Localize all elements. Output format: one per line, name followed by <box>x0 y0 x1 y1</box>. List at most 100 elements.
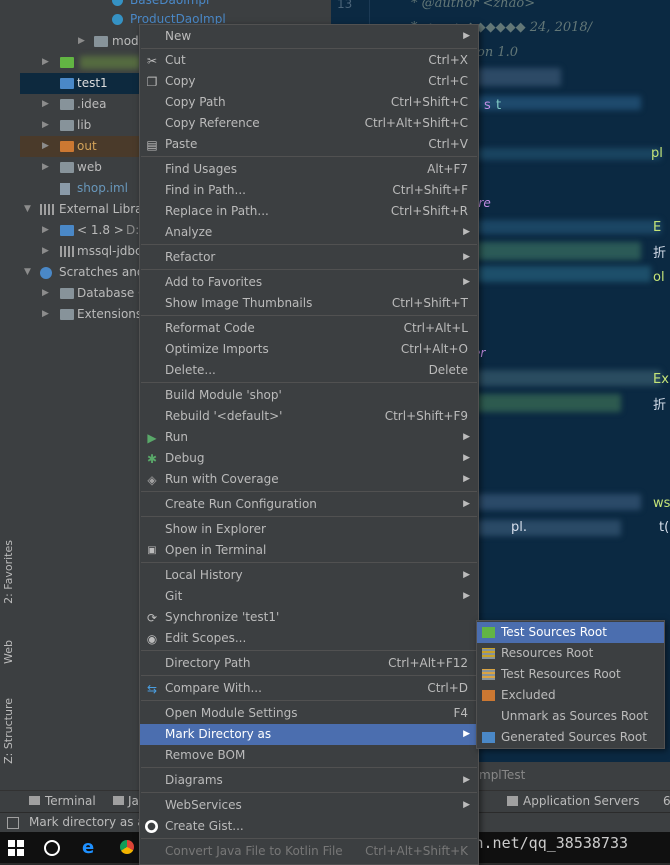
expand-arrow-icon[interactable]: ▶ <box>42 157 52 178</box>
expand-arrow-icon[interactable]: ▶ <box>42 283 52 304</box>
terminal-tab[interactable]: Terminal <box>45 794 96 808</box>
folder-green-icon <box>482 627 495 638</box>
menu-separator <box>141 650 477 651</box>
tool-windows-icon[interactable] <box>7 817 19 829</box>
submenu-item-test-sources-root[interactable]: Test Sources Root <box>477 622 664 643</box>
menu-item-replace-in-path[interactable]: Replace in Path... Ctrl+Shift+R <box>140 201 478 222</box>
submenu-item-excluded[interactable]: Excluded <box>477 685 664 706</box>
menu-item-local-history[interactable]: Local History ▶ <box>140 565 478 586</box>
search-icon[interactable] <box>44 840 60 856</box>
code-fragment: t( <box>659 520 670 535</box>
menu-separator <box>141 156 477 157</box>
menu-item-analyze[interactable]: Analyze ▶ <box>140 222 478 243</box>
menu-item-build-module[interactable]: Build Module 'shop' <box>140 385 478 406</box>
menu-item-mark-directory-as[interactable]: Mark Directory as ▶ <box>140 724 478 745</box>
expand-arrow-icon[interactable]: ▶ <box>78 31 88 52</box>
expand-arrow-icon[interactable]: ▶ <box>42 220 52 241</box>
menu-label: Local History <box>165 568 243 582</box>
menu-item-run[interactable]: ▶ Run ▶ <box>140 427 478 448</box>
app-servers-tab[interactable]: Application Servers <box>523 794 639 808</box>
expand-arrow-icon[interactable]: ▶ <box>42 115 52 136</box>
tree-label: Extensions <box>77 307 143 321</box>
menu-item-reformat-code[interactable]: Reformat Code Ctrl+Alt+L <box>140 318 478 339</box>
menu-label: Create Run Configuration <box>165 497 317 511</box>
file-icon <box>60 183 70 195</box>
menu-item-open-in-terminal[interactable]: ▣ Open in Terminal <box>140 540 478 561</box>
editor-tab-label: mplTest <box>479 768 526 782</box>
menu-item-paste[interactable]: ▤ Paste Ctrl+V <box>140 134 478 155</box>
menu-item-compare-with[interactable]: ⇆ Compare With... Ctrl+D <box>140 678 478 699</box>
menu-shortcut: Ctrl+Shift+R <box>390 204 468 218</box>
chrome-icon[interactable] <box>120 840 134 854</box>
menu-shortcut: Ctrl+Alt+O <box>400 342 468 356</box>
menu-item-debug[interactable]: ✱ Debug ▶ <box>140 448 478 469</box>
submenu-label: Unmark as Sources Root <box>501 709 649 723</box>
submenu-item-generated-sources-root[interactable]: Generated Sources Root <box>477 727 664 748</box>
menu-item-open-module-settings[interactable]: Open Module Settings F4 <box>140 703 478 724</box>
submenu-item-test-resources-root[interactable]: Test Resources Root <box>477 664 664 685</box>
menu-item-synchronize[interactable]: ⟳ Synchronize 'test1' <box>140 607 478 628</box>
code-fragment: 折 <box>653 246 667 261</box>
code-fragment: Ex <box>653 372 669 387</box>
menu-item-edit-scopes[interactable]: ◉ Edit Scopes... <box>140 628 478 649</box>
menu-item-show-in-explorer[interactable]: Show in Explorer <box>140 519 478 540</box>
menu-item-copy-reference[interactable]: Copy Reference Ctrl+Alt+Shift+C <box>140 113 478 134</box>
menu-item-copy[interactable]: ❐ Copy Ctrl+C <box>140 71 478 92</box>
menu-item-refactor[interactable]: Refactor ▶ <box>140 247 478 268</box>
menu-separator <box>141 767 477 768</box>
menu-item-delete[interactable]: Delete... Delete <box>140 360 478 381</box>
expand-arrow-icon[interactable]: ▼ <box>24 262 34 283</box>
menu-item-diagrams[interactable]: Diagrams ▶ <box>140 770 478 791</box>
menu-item-webservices[interactable]: WebServices ▶ <box>140 795 478 816</box>
expand-arrow-icon[interactable]: ▼ <box>24 199 34 220</box>
menu-label: Copy <box>165 74 196 88</box>
submenu-arrow-icon: ▶ <box>463 277 470 287</box>
java-enterprise-tab[interactable]: Ja <box>128 794 139 808</box>
class-icon <box>112 0 123 6</box>
windows-start-icon[interactable] <box>8 840 24 856</box>
terminal-icon <box>29 796 40 805</box>
menu-item-find-usages[interactable]: Find Usages Alt+F7 <box>140 159 478 180</box>
submenu-label: Test Resources Root <box>501 667 621 681</box>
menu-item-add-to-favorites[interactable]: Add to Favorites ▶ <box>140 272 478 293</box>
menu-item-convert-to-kotlin[interactable]: Convert Java File to Kotlin File Ctrl+Alt… <box>140 841 478 862</box>
menu-label: Cut <box>165 53 186 67</box>
menu-item-cut[interactable]: ✂ Cut Ctrl+X <box>140 50 478 71</box>
menu-item-directory-path[interactable]: Directory Path Ctrl+Alt+F12 <box>140 653 478 674</box>
menu-item-rebuild[interactable]: Rebuild '<default>' Ctrl+Shift+F9 <box>140 406 478 427</box>
menu-item-show-thumbnails[interactable]: Show Image Thumbnails Ctrl+Shift+T <box>140 293 478 314</box>
menu-label: Open in Terminal <box>165 543 267 557</box>
context-menu: New ▶ ✂ Cut Ctrl+X ❐ Copy Ctrl+C Copy Path Ctr… <box>139 24 479 865</box>
submenu-item-resources-root[interactable]: Resources Root <box>477 643 664 664</box>
expand-arrow-icon[interactable]: ▶ <box>42 241 52 262</box>
menu-label: Reformat Code <box>165 321 255 335</box>
menu-item-new[interactable]: New ▶ <box>140 26 478 47</box>
submenu-item-unmark[interactable]: Unmark as Sources Root <box>477 706 664 727</box>
structure-tab[interactable]: Z: Structure <box>2 698 15 764</box>
web-tab[interactable]: Web <box>2 640 15 664</box>
expand-arrow-icon[interactable]: ▶ <box>42 94 52 115</box>
expand-arrow-icon[interactable]: ▶ <box>42 304 52 325</box>
expand-arrow-icon[interactable]: ▶ <box>42 52 52 73</box>
submenu-arrow-icon: ▶ <box>463 432 470 442</box>
expand-arrow-icon[interactable]: ▶ <box>42 136 52 157</box>
menu-label: Debug <box>165 451 205 465</box>
menu-item-copy-path[interactable]: Copy Path Ctrl+Shift+C <box>140 92 478 113</box>
edge-icon[interactable]: e <box>82 837 94 858</box>
favorites-tab[interactable]: 2: Favorites <box>2 540 15 604</box>
menu-label: Show Image Thumbnails <box>165 296 313 310</box>
menu-item-create-gist[interactable]: ● Create Gist... <box>140 816 478 837</box>
tab-number[interactable]: 6 <box>663 794 670 808</box>
menu-shortcut: Ctrl+Alt+L <box>403 321 468 335</box>
code-fragment: t <box>496 98 502 113</box>
menu-item-find-in-path[interactable]: Find in Path... Ctrl+Shift+F <box>140 180 478 201</box>
menu-item-run-with-coverage[interactable]: ◈ Run with Coverage ▶ <box>140 469 478 490</box>
menu-label: Optimize Imports <box>165 342 269 356</box>
menu-item-create-run-config[interactable]: Create Run Configuration ▶ <box>140 494 478 515</box>
menu-item-git[interactable]: Git ▶ <box>140 586 478 607</box>
menu-shortcut: Delete <box>428 363 468 377</box>
menu-label: Synchronize 'test1' <box>165 610 280 624</box>
menu-item-optimize-imports[interactable]: Optimize Imports Ctrl+Alt+O <box>140 339 478 360</box>
menu-item-remove-bom[interactable]: Remove BOM <box>140 745 478 766</box>
tree-label: .idea <box>77 97 107 111</box>
